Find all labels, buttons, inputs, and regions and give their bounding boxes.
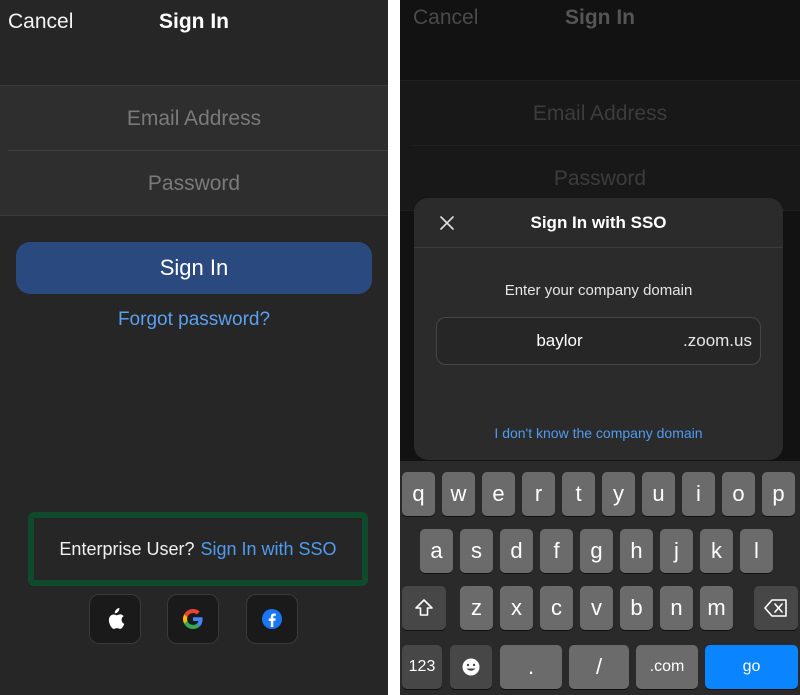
key-h[interactable]: h — [620, 529, 653, 573]
key-k[interactable]: k — [700, 529, 733, 573]
key-b[interactable]: b — [620, 586, 653, 630]
key-v[interactable]: v — [580, 586, 613, 630]
credentials-group: Email Address Password — [0, 85, 388, 216]
sign-in-button[interactable]: Sign In — [16, 242, 372, 294]
unknown-domain-link[interactable]: I don't know the company domain — [414, 425, 783, 441]
apple-icon — [108, 608, 125, 629]
numbers-key[interactable]: 123 — [402, 645, 442, 689]
key-s[interactable]: s — [460, 529, 493, 573]
shift-icon — [415, 599, 433, 616]
dialog-divider — [414, 247, 783, 248]
company-domain-input[interactable] — [437, 318, 682, 364]
facebook-sign-in-button[interactable] — [246, 594, 298, 644]
emoji-key[interactable] — [450, 645, 492, 689]
apple-sign-in-button[interactable] — [89, 594, 141, 644]
password-field[interactable]: Password — [0, 151, 388, 216]
sso-screen: Cancel Sign In Email Address Password Si… — [400, 0, 800, 695]
dialog-title: Sign In with SSO — [530, 213, 667, 232]
key-o[interactable]: o — [722, 472, 755, 516]
email-field[interactable]: Email Address — [0, 86, 388, 151]
key-q[interactable]: q — [402, 472, 435, 516]
key-l[interactable]: l — [740, 529, 773, 573]
google-sign-in-button[interactable] — [167, 594, 219, 644]
email-field-dimmed: Email Address — [532, 101, 668, 125]
key-z[interactable]: z — [460, 586, 493, 630]
key-p[interactable]: p — [762, 472, 795, 516]
key-t[interactable]: t — [562, 472, 595, 516]
slash-key[interactable]: / — [569, 645, 629, 689]
key-n[interactable]: n — [660, 586, 693, 630]
backspace-key[interactable] — [754, 586, 798, 630]
page-title: Sign In — [159, 10, 229, 33]
key-r[interactable]: r — [522, 472, 555, 516]
on-screen-keyboard: q w e r t y u i o p a s d f g h j k l z … — [400, 461, 800, 695]
key-a[interactable]: a — [420, 529, 453, 573]
key-e[interactable]: e — [482, 472, 515, 516]
key-w[interactable]: w — [442, 472, 475, 516]
dot-key[interactable]: . — [500, 645, 562, 689]
sign-in-screen: Cancel Sign In Email Address Password Si… — [0, 0, 388, 695]
key-m[interactable]: m — [700, 586, 733, 630]
key-f[interactable]: f — [540, 529, 573, 573]
enterprise-sso-highlight: Enterprise User? Sign In with SSO — [28, 512, 368, 586]
google-icon — [183, 609, 203, 629]
key-y[interactable]: y — [602, 472, 635, 516]
domain-field: .zoom.us — [436, 317, 761, 365]
key-d[interactable]: d — [500, 529, 533, 573]
key-j[interactable]: j — [660, 529, 693, 573]
domain-prompt: Enter your company domain — [504, 282, 693, 299]
go-key[interactable]: go — [705, 645, 798, 689]
key-x[interactable]: x — [500, 586, 533, 630]
key-g[interactable]: g — [580, 529, 613, 573]
screenshot-separator — [388, 0, 400, 695]
page-title-dimmed: Sign In — [565, 6, 635, 29]
key-u[interactable]: u — [642, 472, 675, 516]
backspace-icon — [764, 599, 787, 617]
forgot-password-link[interactable]: Forgot password? — [0, 309, 388, 331]
shift-key[interactable] — [402, 586, 446, 630]
domain-suffix: .zoom.us — [683, 331, 752, 350]
facebook-icon — [262, 609, 282, 629]
dotcom-key[interactable]: .com — [636, 645, 698, 689]
credentials-group-dimmed: Email Address Password — [400, 80, 800, 211]
enterprise-prompt: Enterprise User? — [59, 538, 195, 559]
emoji-icon — [462, 658, 480, 676]
sso-dialog: Sign In with SSO Enter your company doma… — [414, 198, 783, 460]
key-i[interactable]: i — [682, 472, 715, 516]
sign-in-sso-link[interactable]: Sign In with SSO — [200, 539, 336, 560]
key-c[interactable]: c — [540, 586, 573, 630]
